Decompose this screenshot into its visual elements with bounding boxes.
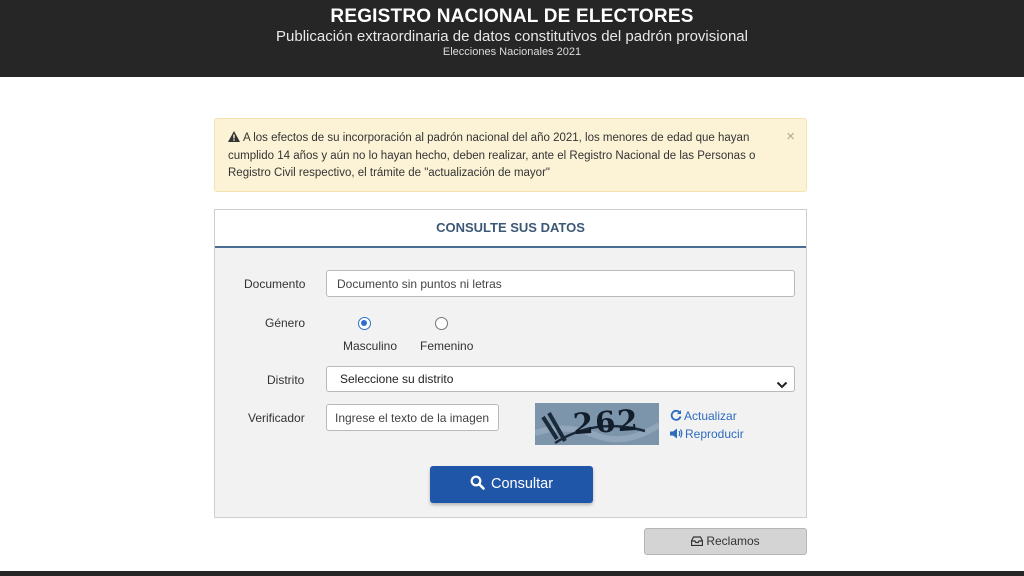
search-icon [470, 475, 485, 490]
query-form-panel: CONSULTE SUS DATOS Documento Género Masc… [214, 209, 807, 518]
chevron-down-icon [776, 374, 788, 398]
verificador-input[interactable] [326, 404, 499, 431]
distrito-label: Distrito [267, 373, 305, 387]
speaker-icon [670, 428, 683, 439]
warning-alert: A los efectos de su incorporación al pad… [214, 118, 807, 192]
page-subtitle: Publicación extraordinaria de datos cons… [276, 28, 748, 45]
distrito-select[interactable]: Seleccione su distrito [326, 366, 795, 392]
warning-icon [228, 131, 240, 148]
consultar-button[interactable]: Consultar [430, 466, 593, 503]
captcha-text: 262 [571, 403, 641, 442]
documento-label: Documento [244, 277, 306, 291]
femenino-label: Femenino [420, 339, 474, 353]
distrito-selected: Seleccione su distrito [340, 372, 454, 386]
form-heading: CONSULTE SUS DATOS [215, 210, 806, 248]
audio-label: Reproducir [685, 427, 744, 441]
refresh-label: Actualizar [684, 409, 737, 423]
radio-masculino[interactable] [358, 317, 371, 330]
radio-femenino[interactable] [435, 317, 448, 330]
footer-bar [0, 571, 1024, 576]
reclamos-button[interactable]: Reclamos [644, 528, 807, 555]
captcha-image: 262 [535, 403, 659, 445]
verificador-label: Verificador [248, 411, 305, 425]
site-header: REGISTRO NACIONAL DE ELECTORES Publicaci… [0, 0, 1024, 77]
close-icon[interactable]: × [786, 128, 795, 145]
election-label: Elecciones Nacionales 2021 [442, 46, 582, 58]
page-title: REGISTRO NACIONAL DE ELECTORES [330, 6, 694, 27]
reclamos-label: Reclamos [706, 534, 760, 548]
genero-label: Género [265, 316, 306, 330]
refresh-icon [670, 409, 682, 421]
alert-text: A los efectos de su incorporación al pad… [228, 132, 756, 179]
masculino-label: Masculino [343, 339, 398, 353]
audio-captcha-link[interactable]: Reproducir [670, 427, 744, 441]
refresh-captcha-link[interactable]: Actualizar [670, 409, 737, 423]
inbox-icon [691, 536, 704, 547]
documento-input[interactable] [326, 270, 795, 297]
consultar-label: Consultar [490, 476, 554, 492]
